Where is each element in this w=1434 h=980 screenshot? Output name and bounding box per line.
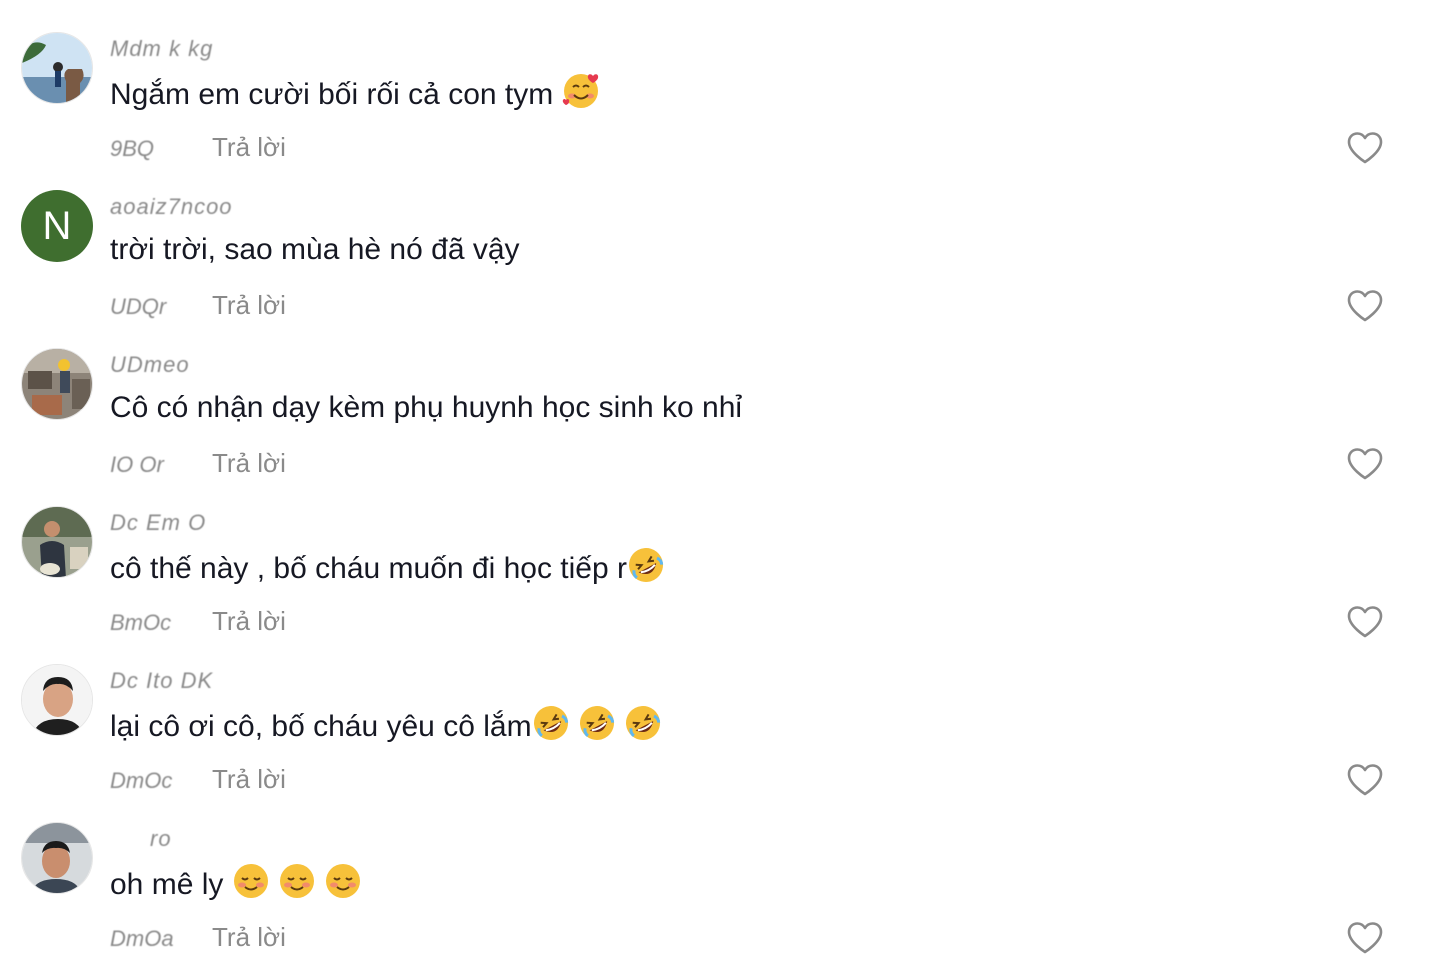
comment-date: IO Or <box>110 452 164 477</box>
comment-meta: IO Or Trả lời <box>110 446 286 480</box>
heart-icon <box>1347 290 1383 322</box>
comment-item: N aoaiz7ncoo trời trời, sao mùa hè nó đã… <box>0 190 1434 348</box>
avatar-photo <box>22 665 92 735</box>
avatar-photo <box>22 349 92 419</box>
comment-meta: DmOc Trả lời <box>110 762 286 796</box>
like-button[interactable] <box>1346 763 1384 797</box>
comment-date: UDQr <box>110 294 167 319</box>
rolling-on-floor-laughing-icon <box>578 704 616 753</box>
reply-button[interactable]: Trả lời <box>212 130 286 164</box>
comment-item: ro oh mê ly DmOa Trả lời <box>0 822 1434 980</box>
username[interactable]: Dc Ito DK <box>110 668 213 694</box>
rolling-on-floor-laughing-icon <box>627 546 665 595</box>
reply-button[interactable]: Trả lời <box>212 446 286 480</box>
heart-icon <box>1347 606 1383 638</box>
rolling-on-floor-laughing-icon <box>532 704 570 753</box>
comment-meta: UDQr Trả lời <box>110 288 286 322</box>
like-button[interactable] <box>1346 921 1384 955</box>
username[interactable]: aoaiz7ncoo <box>110 194 233 220</box>
like-button[interactable] <box>1346 447 1384 481</box>
username[interactable]: ro <box>150 826 172 852</box>
avatar-photo <box>22 33 92 103</box>
avatar[interactable]: N <box>21 190 93 262</box>
comment-meta: DmOa Trả lời <box>110 920 286 954</box>
comment-item: Dc Ito DK lại cô ơi cô, bố cháu yêu cô l… <box>0 664 1434 822</box>
reply-button[interactable]: Trả lời <box>212 920 286 954</box>
comment-item: Mdm k kg Ngắm em cười bối rối cả con tym… <box>0 32 1434 190</box>
comment-meta: BmOc Trả lời <box>110 604 286 638</box>
comment-body: oh mê ly <box>110 868 224 901</box>
comment-body: trời trời, sao mùa hè nó đã vậy <box>110 233 520 266</box>
comment-date: DmOc <box>110 768 173 793</box>
reply-button[interactable]: Trả lời <box>212 762 286 796</box>
username[interactable]: Dc Em O <box>110 510 206 536</box>
avatar[interactable] <box>21 822 93 894</box>
like-button[interactable] <box>1346 289 1384 323</box>
comment-meta: 9BQ Trả lời <box>110 130 286 164</box>
like-button[interactable] <box>1346 131 1384 165</box>
heart-icon <box>1347 764 1383 796</box>
avatar[interactable] <box>21 506 93 578</box>
username[interactable]: Mdm k kg <box>110 36 213 62</box>
comment-body: cô thế này , bố cháu muốn đi học tiếp r <box>110 552 627 585</box>
rolling-on-floor-laughing-icon <box>624 704 662 753</box>
avatar[interactable] <box>21 664 93 736</box>
avatar-photo <box>22 823 92 893</box>
like-button[interactable] <box>1346 605 1384 639</box>
avatar-photo <box>22 507 92 577</box>
comment-body: Ngắm em cười bối rối cả con tym <box>110 78 554 111</box>
comment-text: Ngắm em cười bối rối cả con tym <box>110 72 600 121</box>
comment-body: Cô có nhận dạy kèm phụ huynh học sinh ko… <box>110 391 743 424</box>
smiling-face-icon <box>324 862 362 911</box>
avatar[interactable] <box>21 32 93 104</box>
comment-text: oh mê ly <box>110 862 362 911</box>
smiling-face-icon <box>278 862 316 911</box>
avatar[interactable] <box>21 348 93 420</box>
reply-button[interactable]: Trả lời <box>212 604 286 638</box>
comment-item: Dc Em O cô thế này , bố cháu muốn đi học… <box>0 506 1434 664</box>
comment-date: DmOa <box>110 926 174 951</box>
heart-icon <box>1347 448 1383 480</box>
comment-item: UDmeo Cô có nhận dạy kèm phụ huynh học s… <box>0 348 1434 506</box>
comment-date: BmOc <box>110 610 172 635</box>
comment-text: trời trời, sao mùa hè nó đã vậy <box>110 230 520 270</box>
heart-icon <box>1347 922 1383 954</box>
comment-body: lại cô ơi cô, bố cháu yêu cô lắm <box>110 710 532 743</box>
reply-button[interactable]: Trả lời <box>212 288 286 322</box>
username[interactable]: UDmeo <box>110 352 190 378</box>
comment-text: cô thế này , bố cháu muốn đi học tiếp r <box>110 546 665 595</box>
heart-icon <box>1347 132 1383 164</box>
comment-date: 9BQ <box>110 136 155 161</box>
smiling-face-with-hearts-icon <box>562 72 600 121</box>
comment-text: Cô có nhận dạy kèm phụ huynh học sinh ko… <box>110 388 742 428</box>
smiling-face-icon <box>232 862 270 911</box>
comment-text: lại cô ơi cô, bố cháu yêu cô lắm <box>110 704 662 753</box>
